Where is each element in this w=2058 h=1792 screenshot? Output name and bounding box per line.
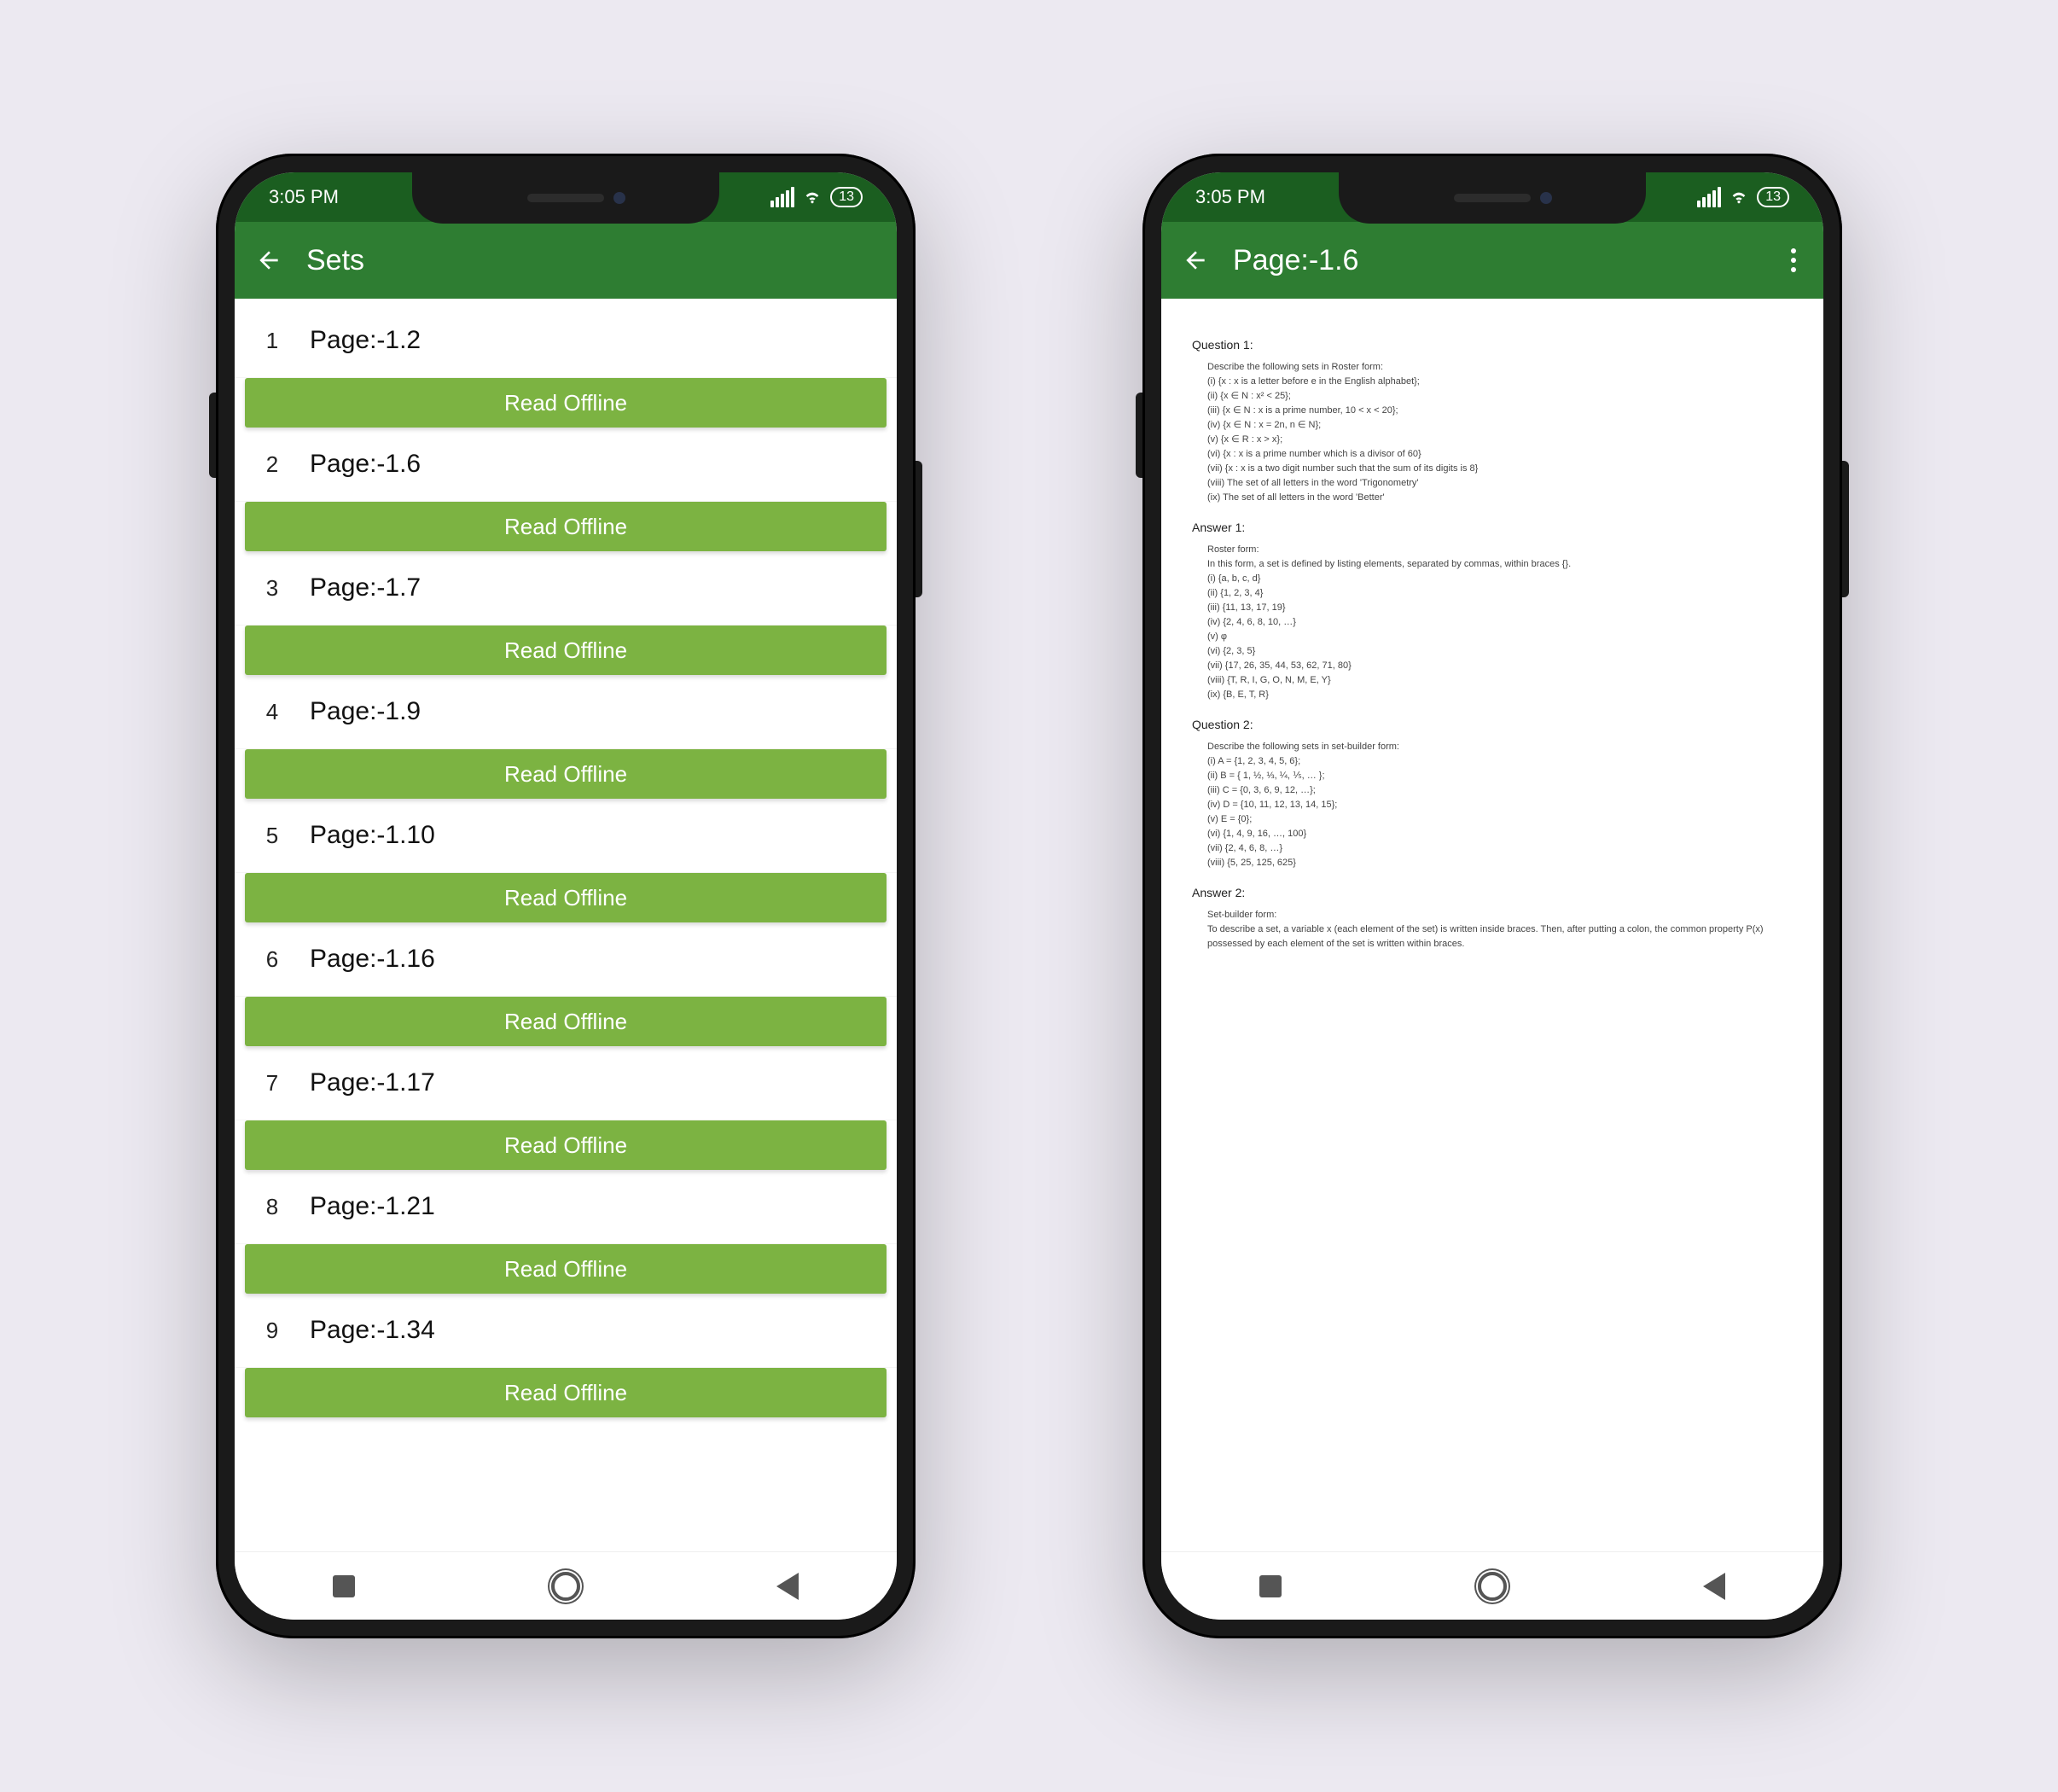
nav-home-icon[interactable] xyxy=(1478,1572,1507,1601)
back-button[interactable] xyxy=(255,247,282,274)
row-index: 1 xyxy=(252,328,293,354)
speaker xyxy=(1454,194,1531,202)
page-title: Sets xyxy=(306,244,876,277)
row-title: Page:-1.21 xyxy=(293,1192,435,1221)
app-bar: Page:-1.6 xyxy=(1161,222,1823,299)
status-time: 3:05 PM xyxy=(269,186,339,208)
phone-right: 3:05 PM 13 Page:-1.6 Question 1: Describ… xyxy=(1142,154,1842,1638)
question-2-body: Describe the following sets in set-build… xyxy=(1192,740,1793,870)
more-menu-icon[interactable] xyxy=(1784,248,1803,272)
row-index: 2 xyxy=(252,451,293,478)
nav-back-icon[interactable] xyxy=(1703,1573,1725,1600)
android-nav-bar xyxy=(1161,1551,1823,1620)
list-item[interactable]: 1 Page:-1.2 xyxy=(235,304,897,378)
question-1-body: Describe the following sets in Roster fo… xyxy=(1192,360,1793,505)
list-item[interactable]: 6 Page:-1.16 xyxy=(235,922,897,997)
row-index: 7 xyxy=(252,1070,293,1097)
notch xyxy=(412,172,719,224)
row-title: Page:-1.16 xyxy=(293,945,435,974)
read-offline-button[interactable]: Read Offline xyxy=(245,1368,887,1417)
read-offline-button[interactable]: Read Offline xyxy=(245,873,887,922)
read-offline-button[interactable]: Read Offline xyxy=(245,1244,887,1294)
answer-1-body: Roster form:In this form, a set is defin… xyxy=(1192,543,1793,703)
row-index: 5 xyxy=(252,823,293,849)
page-title: Page:-1.6 xyxy=(1233,244,1760,277)
status-time: 3:05 PM xyxy=(1195,186,1265,208)
read-offline-button[interactable]: Read Offline xyxy=(245,997,887,1046)
signal-icon xyxy=(770,187,794,207)
nav-recents-icon[interactable] xyxy=(333,1575,355,1597)
list-item[interactable]: 5 Page:-1.10 xyxy=(235,799,897,873)
battery-icon: 13 xyxy=(830,187,863,207)
android-nav-bar xyxy=(235,1551,897,1620)
list-item[interactable]: 9 Page:-1.34 xyxy=(235,1294,897,1368)
read-offline-button[interactable]: Read Offline xyxy=(245,1120,887,1170)
row-title: Page:-1.2 xyxy=(293,326,421,355)
row-index: 3 xyxy=(252,575,293,602)
signal-icon xyxy=(1697,187,1721,207)
list-item[interactable]: 3 Page:-1.7 xyxy=(235,551,897,625)
status-right: 13 xyxy=(770,187,863,207)
front-camera xyxy=(1540,192,1552,204)
answer-2-heading: Answer 2: xyxy=(1192,884,1793,903)
speaker xyxy=(527,194,604,202)
row-index: 8 xyxy=(252,1194,293,1220)
row-index: 6 xyxy=(252,946,293,973)
answer-1-heading: Answer 1: xyxy=(1192,519,1793,538)
screen-right: 3:05 PM 13 Page:-1.6 Question 1: Describ… xyxy=(1161,172,1823,1620)
row-index: 9 xyxy=(252,1318,293,1344)
list-item[interactable]: 7 Page:-1.17 xyxy=(235,1046,897,1120)
wifi-icon xyxy=(803,188,822,207)
read-offline-button[interactable]: Read Offline xyxy=(245,378,887,428)
status-right: 13 xyxy=(1697,187,1789,207)
nav-recents-icon[interactable] xyxy=(1259,1575,1282,1597)
wifi-icon xyxy=(1730,188,1748,207)
row-title: Page:-1.34 xyxy=(293,1316,435,1345)
row-title: Page:-1.17 xyxy=(293,1068,435,1097)
list-item[interactable]: 8 Page:-1.21 xyxy=(235,1170,897,1244)
question-1-heading: Question 1: xyxy=(1192,336,1793,355)
battery-icon: 13 xyxy=(1757,187,1789,207)
answer-2-intro: Set-builder form:To describe a set, a va… xyxy=(1192,908,1793,951)
phone-left: 3:05 PM 13 Sets 1 Page:-1.2Read Offline2… xyxy=(216,154,916,1638)
read-offline-button[interactable]: Read Offline xyxy=(245,749,887,799)
row-title: Page:-1.6 xyxy=(293,450,421,479)
content-list[interactable]: 1 Page:-1.2Read Offline2 Page:-1.6Read O… xyxy=(235,299,897,1551)
screen-left: 3:05 PM 13 Sets 1 Page:-1.2Read Offline2… xyxy=(235,172,897,1620)
app-bar: Sets xyxy=(235,222,897,299)
row-title: Page:-1.7 xyxy=(293,573,421,602)
nav-back-icon[interactable] xyxy=(776,1573,799,1600)
notch xyxy=(1339,172,1646,224)
read-offline-button[interactable]: Read Offline xyxy=(245,502,887,551)
list-item[interactable]: 4 Page:-1.9 xyxy=(235,675,897,749)
row-title: Page:-1.10 xyxy=(293,821,435,850)
read-offline-button[interactable]: Read Offline xyxy=(245,625,887,675)
front-camera xyxy=(613,192,625,204)
nav-home-icon[interactable] xyxy=(551,1572,580,1601)
row-index: 4 xyxy=(252,699,293,725)
back-button[interactable] xyxy=(1182,247,1209,274)
question-2-heading: Question 2: xyxy=(1192,716,1793,735)
list-item[interactable]: 2 Page:-1.6 xyxy=(235,428,897,502)
content-document[interactable]: Question 1: Describe the following sets … xyxy=(1161,299,1823,1551)
row-title: Page:-1.9 xyxy=(293,697,421,726)
